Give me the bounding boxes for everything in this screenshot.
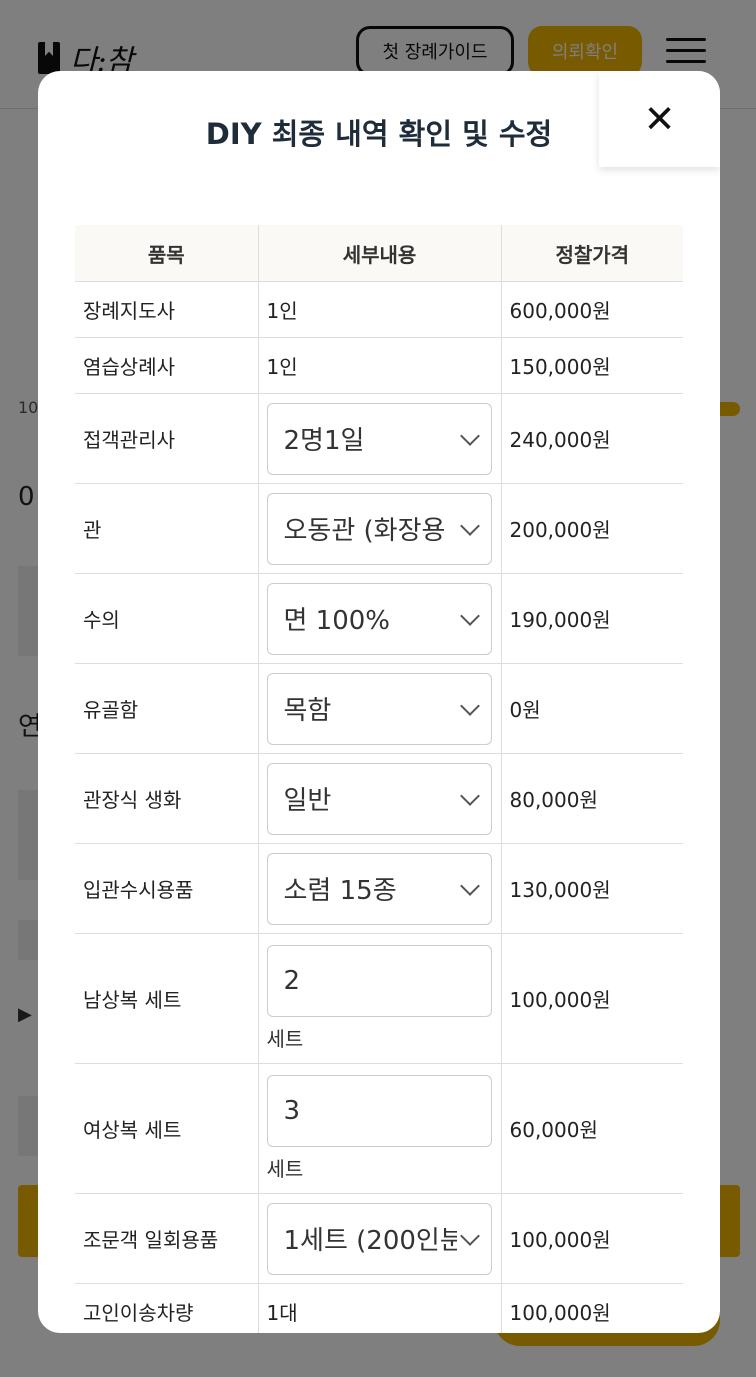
table-row: 관장식 생화 일반 80,000원 [75,753,683,844]
item-name: 고인이송차량 [75,1283,259,1333]
chevron-down-icon [459,515,480,536]
quantity-unit: 세트 [266,1027,304,1051]
table-row: 수의 면 100% 190,000원 [75,573,683,664]
item-name: 장례지도사 [75,281,259,338]
column-header-detail: 세부내용 [258,225,502,282]
select-value: 목함 [283,696,332,726]
select-value: 2명1일 [283,426,365,456]
item-price: 600,000원 [501,281,683,338]
item-price: 130,000원 [501,843,683,934]
item-name: 입관수시용품 [75,843,259,934]
item-name: 여상복 세트 [75,1063,259,1194]
chevron-down-icon [459,695,480,716]
item-name: 접객관리사 [75,393,259,484]
reception-staff-select[interactable]: 2명1일 [266,402,492,475]
column-header-item: 품목 [75,225,259,282]
shroud-select[interactable]: 면 100% [266,582,492,655]
item-name: 조문객 일회용품 [75,1193,259,1284]
chevron-down-icon [459,875,480,896]
diy-summary-modal: DIY 최종 내역 확인 및 수정 ✕ 품목 세부내용 정찰가격 장례지도사 1… [38,71,720,1333]
chevron-down-icon [459,785,480,806]
table-row: 입관수시용품 소렴 15종 130,000원 [75,843,683,934]
table-row: 관 오동관 (화장용 200,000원 [75,483,683,574]
item-price: 80,000원 [501,753,683,844]
close-icon: ✕ [643,97,676,141]
female-mourning-set-quantity-input[interactable]: 3 [266,1075,492,1147]
chevron-down-icon [459,425,480,446]
table-row: 장례지도사 1인 600,000원 [75,281,683,338]
table-row: 고인이송차량 1대 100,000원 [75,1283,683,1333]
item-price: 240,000원 [501,393,683,484]
male-mourning-set-quantity-input[interactable]: 2 [266,945,492,1017]
table-row: 접객관리사 2명1일 240,000원 [75,393,683,484]
table-row: 여상복 세트 3 세트 60,000원 [75,1063,683,1194]
table-row: 조문객 일회용품 1세트 (200인분 100,000원 [75,1193,683,1284]
table-row: 염습상례사 1인 150,000원 [75,337,683,394]
quantity-unit: 세트 [266,1157,304,1181]
select-value: 소렴 15종 [283,876,397,906]
item-price: 190,000원 [501,573,683,664]
select-value: 오동관 (화장용 [283,516,446,546]
item-detail: 1대 [258,1283,502,1333]
chevron-down-icon [459,605,480,626]
item-name: 관 [75,483,259,574]
select-value: 1세트 (200인분 [283,1226,457,1256]
coffin-flower-select[interactable]: 일반 [266,762,492,835]
item-price: 60,000원 [501,1063,683,1194]
encoffining-supplies-select[interactable]: 소렴 15종 [266,852,492,925]
table-header-row: 품목 세부내용 정찰가격 [75,225,683,282]
close-button[interactable]: ✕ [599,71,720,167]
item-name: 유골함 [75,663,259,754]
item-price: 100,000원 [501,1193,683,1284]
coffin-select[interactable]: 오동관 (화장용 [266,492,492,565]
table-row: 남상복 세트 2 세트 100,000원 [75,933,683,1064]
items-table: 품목 세부내용 정찰가격 장례지도사 1인 600,000원 염습상례사 1인 … [75,225,683,1333]
urn-select[interactable]: 목함 [266,672,492,745]
item-detail: 1인 [258,337,502,394]
item-name: 수의 [75,573,259,664]
item-price: 150,000원 [501,337,683,394]
item-price: 100,000원 [501,933,683,1064]
guest-disposables-select[interactable]: 1세트 (200인분 [266,1202,492,1275]
item-name: 염습상례사 [75,337,259,394]
item-price: 0원 [501,663,683,754]
table-row: 유골함 목함 0원 [75,663,683,754]
item-price: 100,000원 [501,1283,683,1333]
select-value: 일반 [283,786,332,816]
item-name: 관장식 생화 [75,753,259,844]
item-detail: 1인 [258,281,502,338]
select-value: 면 100% [283,606,391,636]
item-name: 남상복 세트 [75,933,259,1064]
column-header-price: 정찰가격 [501,225,683,282]
item-price: 200,000원 [501,483,683,574]
chevron-down-icon [459,1225,480,1246]
